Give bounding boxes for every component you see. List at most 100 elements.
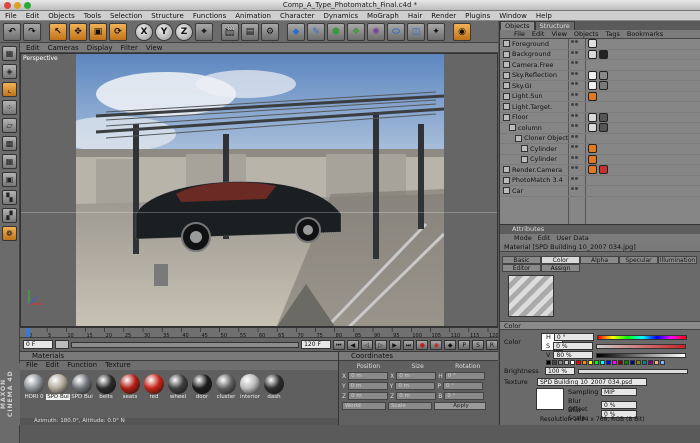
tab-color[interactable]: Color <box>541 256 580 264</box>
coordinate-field[interactable]: 0 ° <box>444 372 485 380</box>
menu-selection[interactable]: Selection <box>110 11 142 20</box>
tab-structure[interactable]: Structure <box>534 21 575 30</box>
coordinate-field[interactable]: 0 ° <box>442 382 483 390</box>
visibility-flags[interactable] <box>571 155 578 159</box>
scale-key-icon[interactable]: S <box>472 339 485 350</box>
material-item[interactable]: HDRI 0 <box>23 374 45 400</box>
object-row[interactable]: Cylinder <box>500 144 700 155</box>
saturation-slider[interactable] <box>596 343 687 349</box>
end-frame-field[interactable]: 120 F <box>301 340 331 349</box>
render-view-icon[interactable]: 🎬 <box>221 22 239 41</box>
plugin-icon[interactable]: ◉ <box>453 22 471 41</box>
color-preset-chip[interactable] <box>648 360 653 365</box>
object-row[interactable]: Sky.GI <box>500 81 700 92</box>
menu-character[interactable]: Character <box>280 11 315 20</box>
menu-hair[interactable]: Hair <box>408 11 422 20</box>
checker-icon[interactable]: ▚ <box>2 190 17 205</box>
tab-illumination[interactable]: Illumination <box>658 256 697 264</box>
object-row[interactable]: Camera.Free <box>500 60 700 71</box>
viewport-menu-edit[interactable]: Edit <box>26 43 40 52</box>
objects-menu-edit[interactable]: Edit <box>532 30 545 38</box>
color-preset-chip[interactable] <box>654 360 659 365</box>
move-icon[interactable]: ✥ <box>69 22 87 41</box>
frame-range-slider[interactable] <box>70 341 300 348</box>
goto-start-icon[interactable]: ⏮ <box>332 339 345 350</box>
coordinate-field[interactable]: 0 m <box>395 382 436 390</box>
tag-icon[interactable] <box>599 123 608 132</box>
tag-icon[interactable] <box>599 81 608 90</box>
texture-axis-mode-icon[interactable]: ▣ <box>2 172 17 187</box>
autokey-icon[interactable]: ◉ <box>430 339 443 350</box>
color-preset-chip[interactable] <box>660 360 665 365</box>
visibility-flags[interactable] <box>571 61 578 64</box>
tag-icon[interactable] <box>599 49 608 59</box>
tag-icon[interactable] <box>588 39 597 48</box>
use-points-mode-icon[interactable]: ⁘ <box>2 100 17 115</box>
visibility-flags[interactable] <box>571 103 578 106</box>
materials-menu-function[interactable]: Function <box>67 361 97 370</box>
scale-mode-select[interactable]: Scale <box>388 402 432 410</box>
tag-icon[interactable] <box>588 112 597 122</box>
visibility-flags[interactable] <box>571 92 578 96</box>
h-field[interactable]: 0 ° <box>553 333 594 341</box>
tag-icon[interactable] <box>588 144 597 153</box>
object-row[interactable]: Cylinder <box>500 154 700 165</box>
start-frame-field[interactable]: 0 F <box>23 340 53 349</box>
light-icon[interactable]: ✦ <box>427 22 445 41</box>
goto-end-icon[interactable]: ⏭ <box>402 339 415 350</box>
rotate-icon[interactable]: ⟳ <box>109 22 127 41</box>
coordinate-field[interactable]: 0 m <box>348 392 389 400</box>
s-field[interactable]: 0 % <box>553 342 594 350</box>
visibility-flags[interactable] <box>571 187 578 190</box>
menu-window[interactable]: Window <box>499 11 527 20</box>
deformer-icon[interactable]: ✺ <box>367 22 385 41</box>
record-icon[interactable]: ● <box>416 339 429 350</box>
color-preset-chip[interactable] <box>546 360 551 365</box>
color-preset-chip[interactable] <box>588 360 593 365</box>
tab-editor[interactable]: Editor <box>502 264 541 272</box>
menu-objects[interactable]: Objects <box>48 11 74 20</box>
color-preset-chip[interactable] <box>558 360 563 365</box>
render-settings-icon[interactable]: ⚙ <box>261 22 279 41</box>
materials-menu-file[interactable]: File <box>26 361 38 370</box>
materials-menu-texture[interactable]: Texture <box>105 361 131 370</box>
tag-icon[interactable] <box>599 70 608 80</box>
visibility-flags[interactable] <box>571 50 578 54</box>
object-row[interactable]: PhotoMatch 3.4 <box>500 176 700 186</box>
attributes-menu-edit[interactable]: Edit <box>538 234 551 243</box>
color-preset-chip[interactable] <box>642 360 647 365</box>
object-row[interactable]: Floor <box>500 112 700 123</box>
visibility-flags[interactable] <box>571 82 578 85</box>
close-window-button[interactable] <box>4 2 11 9</box>
menu-plugins[interactable]: Plugins <box>465 11 490 20</box>
object-row[interactable]: Light.Sun <box>500 91 700 102</box>
keyframe-selection-icon[interactable]: ◆ <box>444 339 457 350</box>
use-model-mode-icon[interactable]: ▦ <box>2 46 17 61</box>
attributes-menu-user-data[interactable]: User Data <box>556 234 588 243</box>
scene-object-icon[interactable]: ⬭ <box>387 22 405 41</box>
object-row[interactable]: column <box>500 123 700 134</box>
live-selection-icon[interactable]: ↖ <box>49 22 67 41</box>
menu-dynamics[interactable]: Dynamics <box>324 11 359 20</box>
material-item[interactable]: dash <box>263 374 285 400</box>
brightness-field[interactable]: 100 % <box>545 367 575 375</box>
viewport-menu-cameras[interactable]: Cameras <box>48 43 79 52</box>
object-row[interactable]: Foreground <box>500 39 700 50</box>
menu-animation[interactable]: Animation <box>235 11 271 20</box>
coordinate-field[interactable]: 0 m <box>347 382 388 390</box>
menu-edit[interactable]: Edit <box>26 11 40 20</box>
objects-menu-view[interactable]: View <box>551 30 566 38</box>
menu-render[interactable]: Render <box>431 11 456 20</box>
color-preset-chip[interactable] <box>552 360 557 365</box>
tab-basic[interactable]: Basic <box>502 256 541 264</box>
play-backward-icon[interactable]: ◁ <box>360 339 373 350</box>
tag-icon[interactable] <box>588 81 597 90</box>
objects-menu-bookmarks[interactable]: Bookmarks <box>627 30 663 38</box>
viewport-menu-display[interactable]: Display <box>87 43 113 52</box>
visibility-flags[interactable] <box>571 71 578 75</box>
coordinate-field[interactable]: 0 m <box>396 392 437 400</box>
color-preset-chip[interactable] <box>582 360 587 365</box>
menu-functions[interactable]: Functions <box>193 11 226 20</box>
coordinate-field[interactable]: 0 m <box>348 372 389 380</box>
material-item[interactable]: door <box>191 374 213 400</box>
